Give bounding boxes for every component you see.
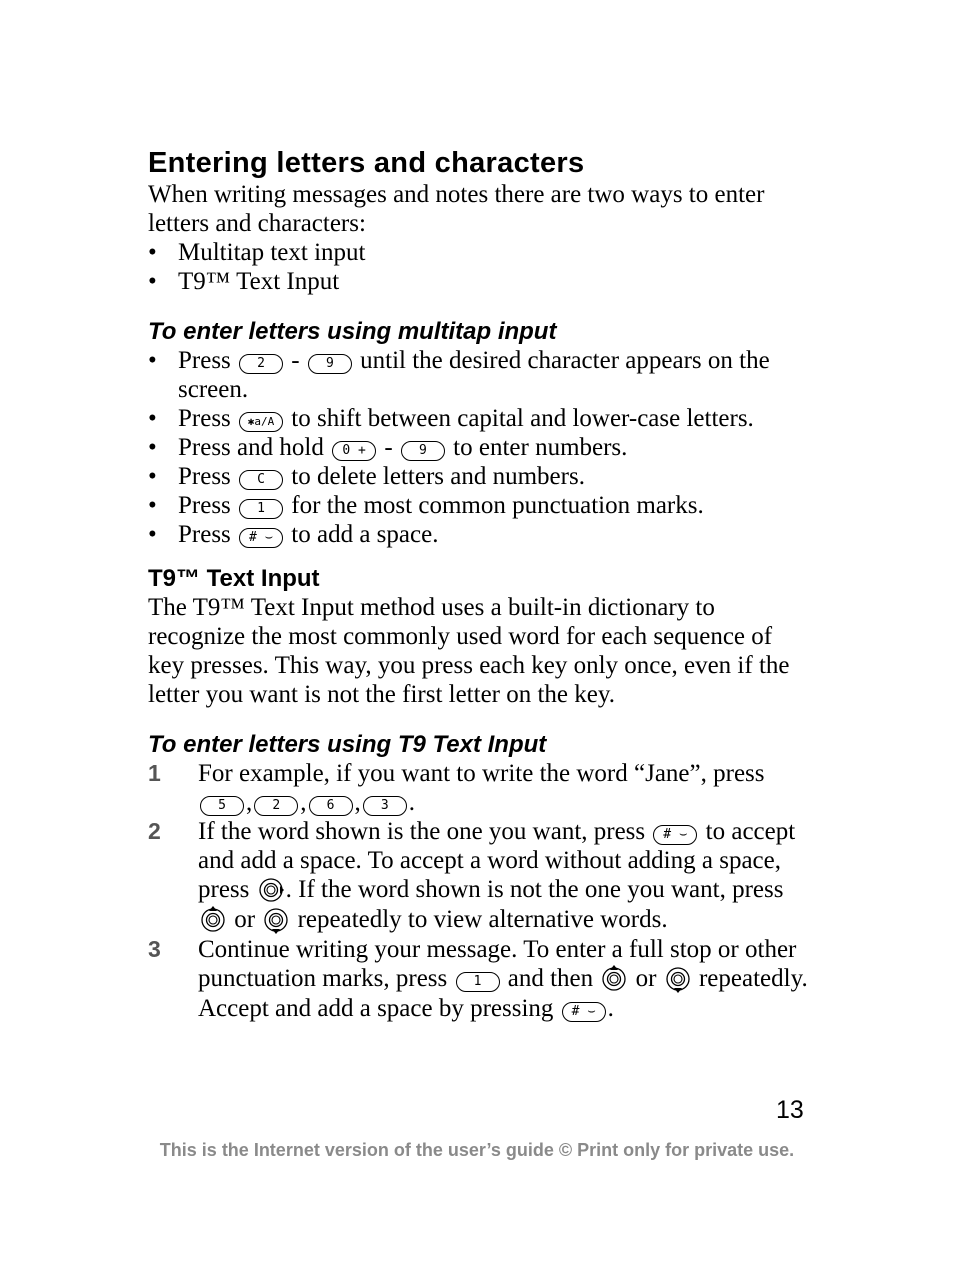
t9-steps-list: 1 For example, if you want to write the … — [148, 759, 808, 1023]
list-item: Press 2 - 9 until the desired character … — [148, 346, 808, 404]
page-number: 13 — [776, 1096, 804, 1124]
list-item: Press C to delete letters and numbers. — [148, 462, 808, 491]
key-0-plus-icon: 0 + — [332, 441, 377, 461]
document-page: Entering letters and characters When wri… — [148, 140, 808, 1023]
key-2-icon: 2 — [254, 796, 299, 816]
step-number: 3 — [148, 936, 161, 962]
key-3-icon: 3 — [362, 796, 407, 816]
nav-right-icon — [258, 875, 284, 905]
list-item: Press 1 for the most common punctuation … — [148, 491, 808, 520]
multitap-heading: To enter letters using multitap input — [148, 318, 557, 345]
key-hash-icon: # ⌣ — [653, 825, 698, 845]
key-5-icon: 5 — [200, 796, 244, 816]
step-item: 1 For example, if you want to write the … — [148, 760, 765, 816]
nav-down-icon — [665, 964, 691, 993]
t9-steps-heading: To enter letters using T9 Text Input — [148, 731, 547, 758]
step-number: 1 — [148, 760, 161, 786]
key-9-icon: 9 — [307, 354, 352, 374]
list-item: Multitap text input — [148, 238, 808, 267]
footer-notice: This is the Internet version of the user… — [159, 1140, 795, 1160]
key-hash-icon: # ⌣ — [239, 528, 284, 548]
step-item: 3 Continue writing your message. To ente… — [148, 936, 808, 1022]
multitap-list: Press 2 - 9 until the desired character … — [148, 346, 808, 549]
key-1-icon: 1 — [239, 499, 284, 519]
page-title: Entering letters and characters — [148, 147, 585, 179]
t9-heading: T9™ Text Input — [148, 565, 320, 592]
key-2-icon: 2 — [239, 354, 284, 374]
key-1-icon: 1 — [455, 972, 500, 992]
key-6-icon: 6 — [308, 796, 353, 816]
list-item: T9™ Text Input — [148, 267, 808, 296]
key-star-icon: ✱a/A — [239, 412, 284, 432]
key-c-icon: C — [239, 470, 284, 490]
list-item: Press and hold 0 + - 9 to enter numbers. — [148, 433, 808, 462]
list-item: Press # ⌣ to add a space. — [148, 520, 808, 549]
nav-down-icon — [263, 905, 289, 934]
list-item: Press ✱a/A to shift between capital and … — [148, 404, 808, 433]
intro-text: When writing messages and notes there ar… — [148, 181, 765, 237]
key-9-icon: 9 — [400, 441, 445, 461]
nav-up-icon — [601, 965, 627, 994]
t9-body: The T9™ Text Input method uses a built-i… — [148, 594, 790, 708]
nav-up-icon — [200, 906, 226, 935]
step-number: 2 — [148, 818, 161, 844]
methods-list: Multitap text input T9™ Text Input — [148, 238, 808, 296]
step-item: 2 If the word shown is the one you want,… — [148, 818, 796, 935]
key-hash-icon: # ⌣ — [561, 1002, 606, 1022]
